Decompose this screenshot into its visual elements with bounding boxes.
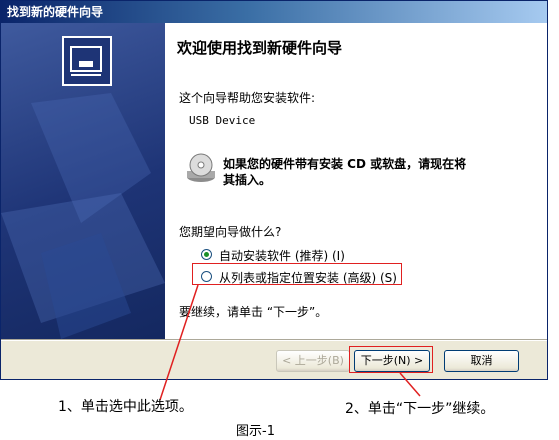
figure-caption: 图示-1 <box>236 424 275 439</box>
annotation-step1: 1、单击选中此选项。 <box>58 399 193 415</box>
annotation-lines <box>159 284 421 401</box>
annotation-step2: 2、单击“下一步”继续。 <box>345 401 495 417</box>
